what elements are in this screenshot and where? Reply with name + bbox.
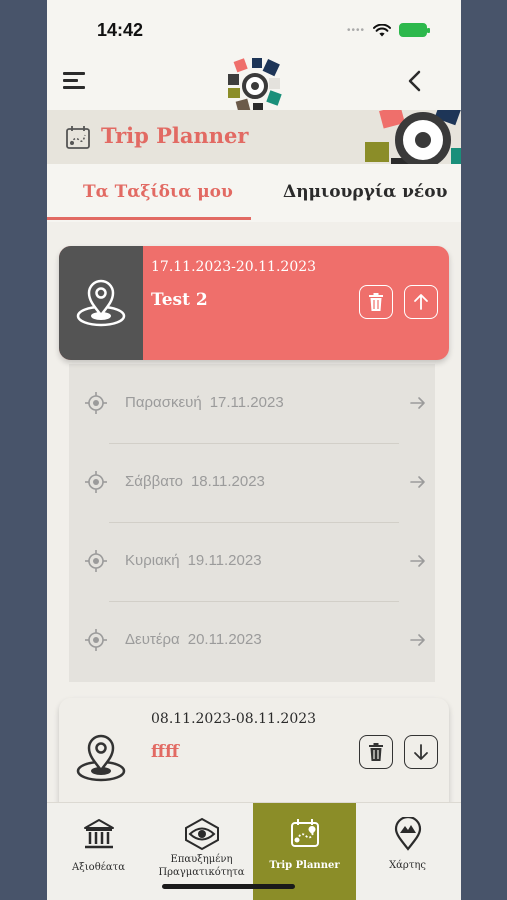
back-icon[interactable] xyxy=(405,69,425,93)
map-pin-icon xyxy=(394,817,421,851)
trash-icon xyxy=(369,743,383,761)
day-row[interactable]: Σάββατο 18.11.2023 xyxy=(69,443,435,522)
status-time: 14:42 xyxy=(97,20,144,40)
day-weekday: Παρασκευή xyxy=(125,394,202,411)
day-weekday: Σάββατο xyxy=(125,473,183,490)
wifi-icon xyxy=(373,23,391,36)
trip-planner-icon xyxy=(66,126,90,149)
trip-thumbnail xyxy=(59,246,143,360)
day-weekday: Δευτέρα xyxy=(125,631,180,648)
day-row[interactable]: Κυριακή 19.11.2023 xyxy=(69,522,435,601)
delete-trip-button[interactable] xyxy=(359,285,393,319)
arrow-down-icon xyxy=(414,744,428,760)
nav-label: Χάρτης xyxy=(389,860,426,871)
tab-create-new[interactable]: Δημιουργία νέου xyxy=(283,182,447,202)
tab-my-trips[interactable]: Τα Ταξίδια μου xyxy=(83,182,233,202)
trip-card[interactable]: 08.11.2023-08.11.2023 ffff xyxy=(59,698,449,818)
status-icons: •••• xyxy=(346,23,430,37)
day-row[interactable]: Δευτέρα 20.11.2023 xyxy=(69,601,435,680)
trip-dates: 08.11.2023-08.11.2023 xyxy=(151,711,317,727)
nav-sights[interactable]: Αξιοθέατα xyxy=(47,803,150,900)
app-logo xyxy=(228,58,282,114)
tab-bar: Τα Ταξίδια μου Δημιουργία νέου xyxy=(47,164,461,222)
day-weekday: Κυριακή xyxy=(125,552,180,569)
active-tab-indicator xyxy=(47,217,251,220)
top-nav-bar xyxy=(47,54,461,114)
trip-dates: 17.11.2023-20.11.2023 xyxy=(151,259,317,275)
expand-trip-button[interactable] xyxy=(404,735,438,769)
arrow-right-icon[interactable] xyxy=(409,394,427,412)
museum-icon xyxy=(83,819,114,849)
status-bar: 14:42 •••• xyxy=(47,0,461,54)
arrow-right-icon[interactable] xyxy=(409,631,427,649)
nav-label: Αξιοθέατα xyxy=(72,862,125,873)
nav-label: Επαυξημένη Πραγματικότητα xyxy=(158,854,245,878)
location-target-icon xyxy=(85,392,107,414)
nav-label: Trip Planner xyxy=(269,860,340,871)
logo-watermark xyxy=(365,110,461,164)
trip-planner-icon xyxy=(290,819,319,847)
trash-icon xyxy=(369,293,383,311)
trip-card[interactable]: 17.11.2023-20.11.2023 Test 2 xyxy=(59,246,449,360)
location-pin-icon xyxy=(76,279,126,327)
day-date: 18.11.2023 xyxy=(190,473,265,490)
menu-icon[interactable] xyxy=(63,72,85,90)
nav-map[interactable]: Χάρτης xyxy=(356,803,459,900)
location-pin-icon xyxy=(76,734,126,782)
day-row[interactable]: Παρασκευή 17.11.2023 xyxy=(69,364,435,443)
trip-name: Test 2 xyxy=(151,290,208,310)
home-indicator xyxy=(162,884,295,889)
trip-thumbnail xyxy=(59,698,143,818)
section-header: Trip Planner xyxy=(47,110,461,164)
day-label: Σάββατο 18.11.2023 xyxy=(125,473,265,490)
day-date: 20.11.2023 xyxy=(187,631,262,648)
delete-trip-button[interactable] xyxy=(359,735,393,769)
collapse-trip-button[interactable] xyxy=(404,285,438,319)
signal-icon: •••• xyxy=(346,24,365,36)
battery-icon xyxy=(399,23,430,37)
location-target-icon xyxy=(85,471,107,493)
day-date: 17.11.2023 xyxy=(209,394,284,411)
trip-day-list: Παρασκευή 17.11.2023 Σάββατο 18.11.2023 Κυ… xyxy=(69,364,435,682)
day-label: Κυριακή 19.11.2023 xyxy=(125,552,262,569)
app-screen: 14:42 •••• Trip Planner Τα Ταξίδια μου Δ… xyxy=(47,0,461,900)
day-label: Δευτέρα 20.11.2023 xyxy=(125,631,262,648)
location-target-icon xyxy=(85,550,107,572)
trip-name: ffff xyxy=(151,742,179,762)
day-date: 19.11.2023 xyxy=(187,552,262,569)
arrow-right-icon[interactable] xyxy=(409,552,427,570)
day-label: Παρασκευή 17.11.2023 xyxy=(125,394,284,411)
location-target-icon xyxy=(85,629,107,651)
ar-eye-icon xyxy=(184,817,219,851)
arrow-up-icon xyxy=(414,294,428,310)
page-title: Trip Planner xyxy=(101,123,249,148)
arrow-right-icon[interactable] xyxy=(409,473,427,491)
